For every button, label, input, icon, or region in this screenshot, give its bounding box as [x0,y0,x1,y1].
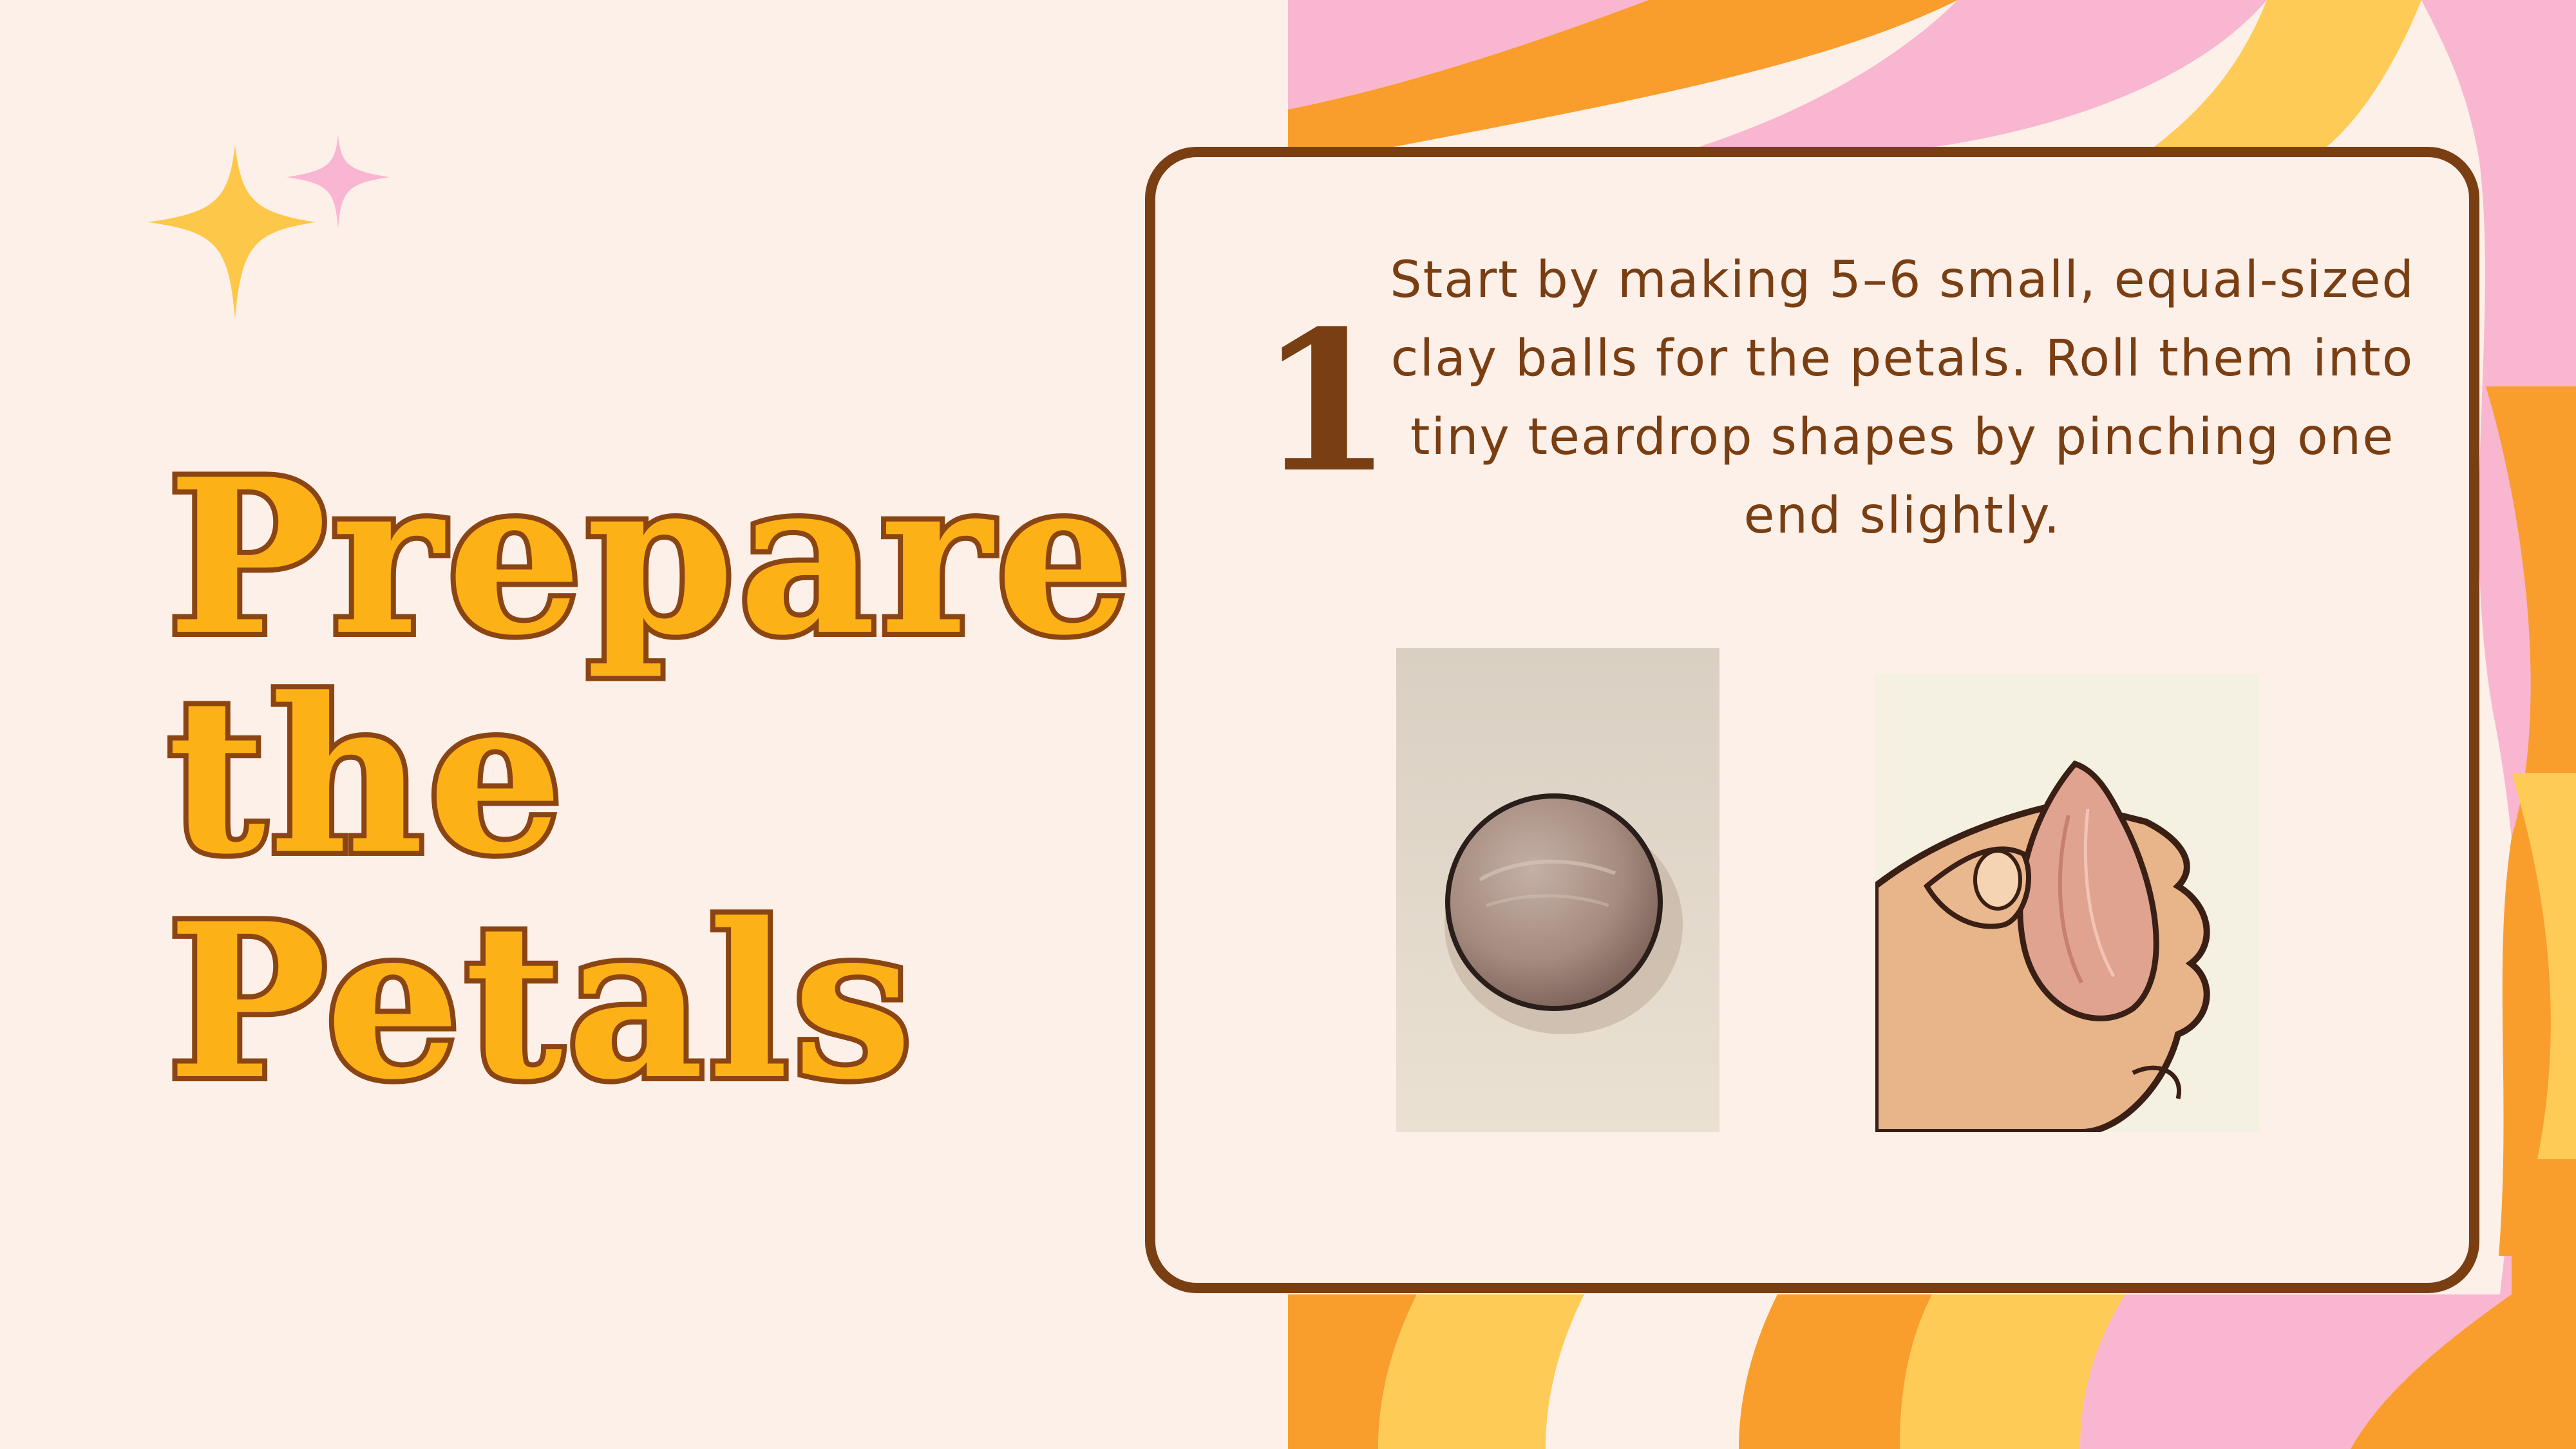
title-line-1: Prepare [162,432,1136,682]
step-number: 1 [1258,288,1393,515]
title-line-3: Petals [162,876,918,1126]
title-line-2: the [162,651,568,901]
sparkle-large-icon [148,145,316,319]
teardrop-pinch-image [1875,674,2259,1132]
sparkle-small-icon [287,135,390,229]
clay-ball-image [1396,648,1719,1132]
step-card: 1 Start by making 5–6 small, equal-sized… [1145,147,2479,1293]
step-instructions: Start by making 5–6 small, equal-sized c… [1390,251,2415,545]
sparkle-icons [148,135,390,319]
